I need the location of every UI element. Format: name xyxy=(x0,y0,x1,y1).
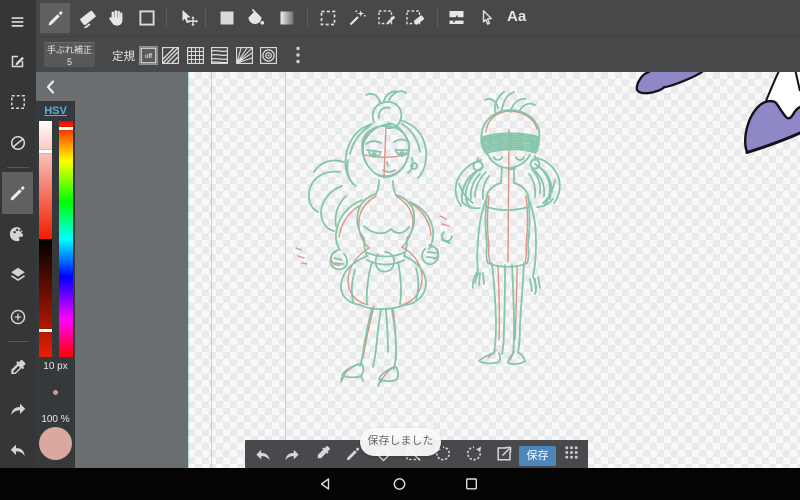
svg-text:off: off xyxy=(145,53,152,60)
